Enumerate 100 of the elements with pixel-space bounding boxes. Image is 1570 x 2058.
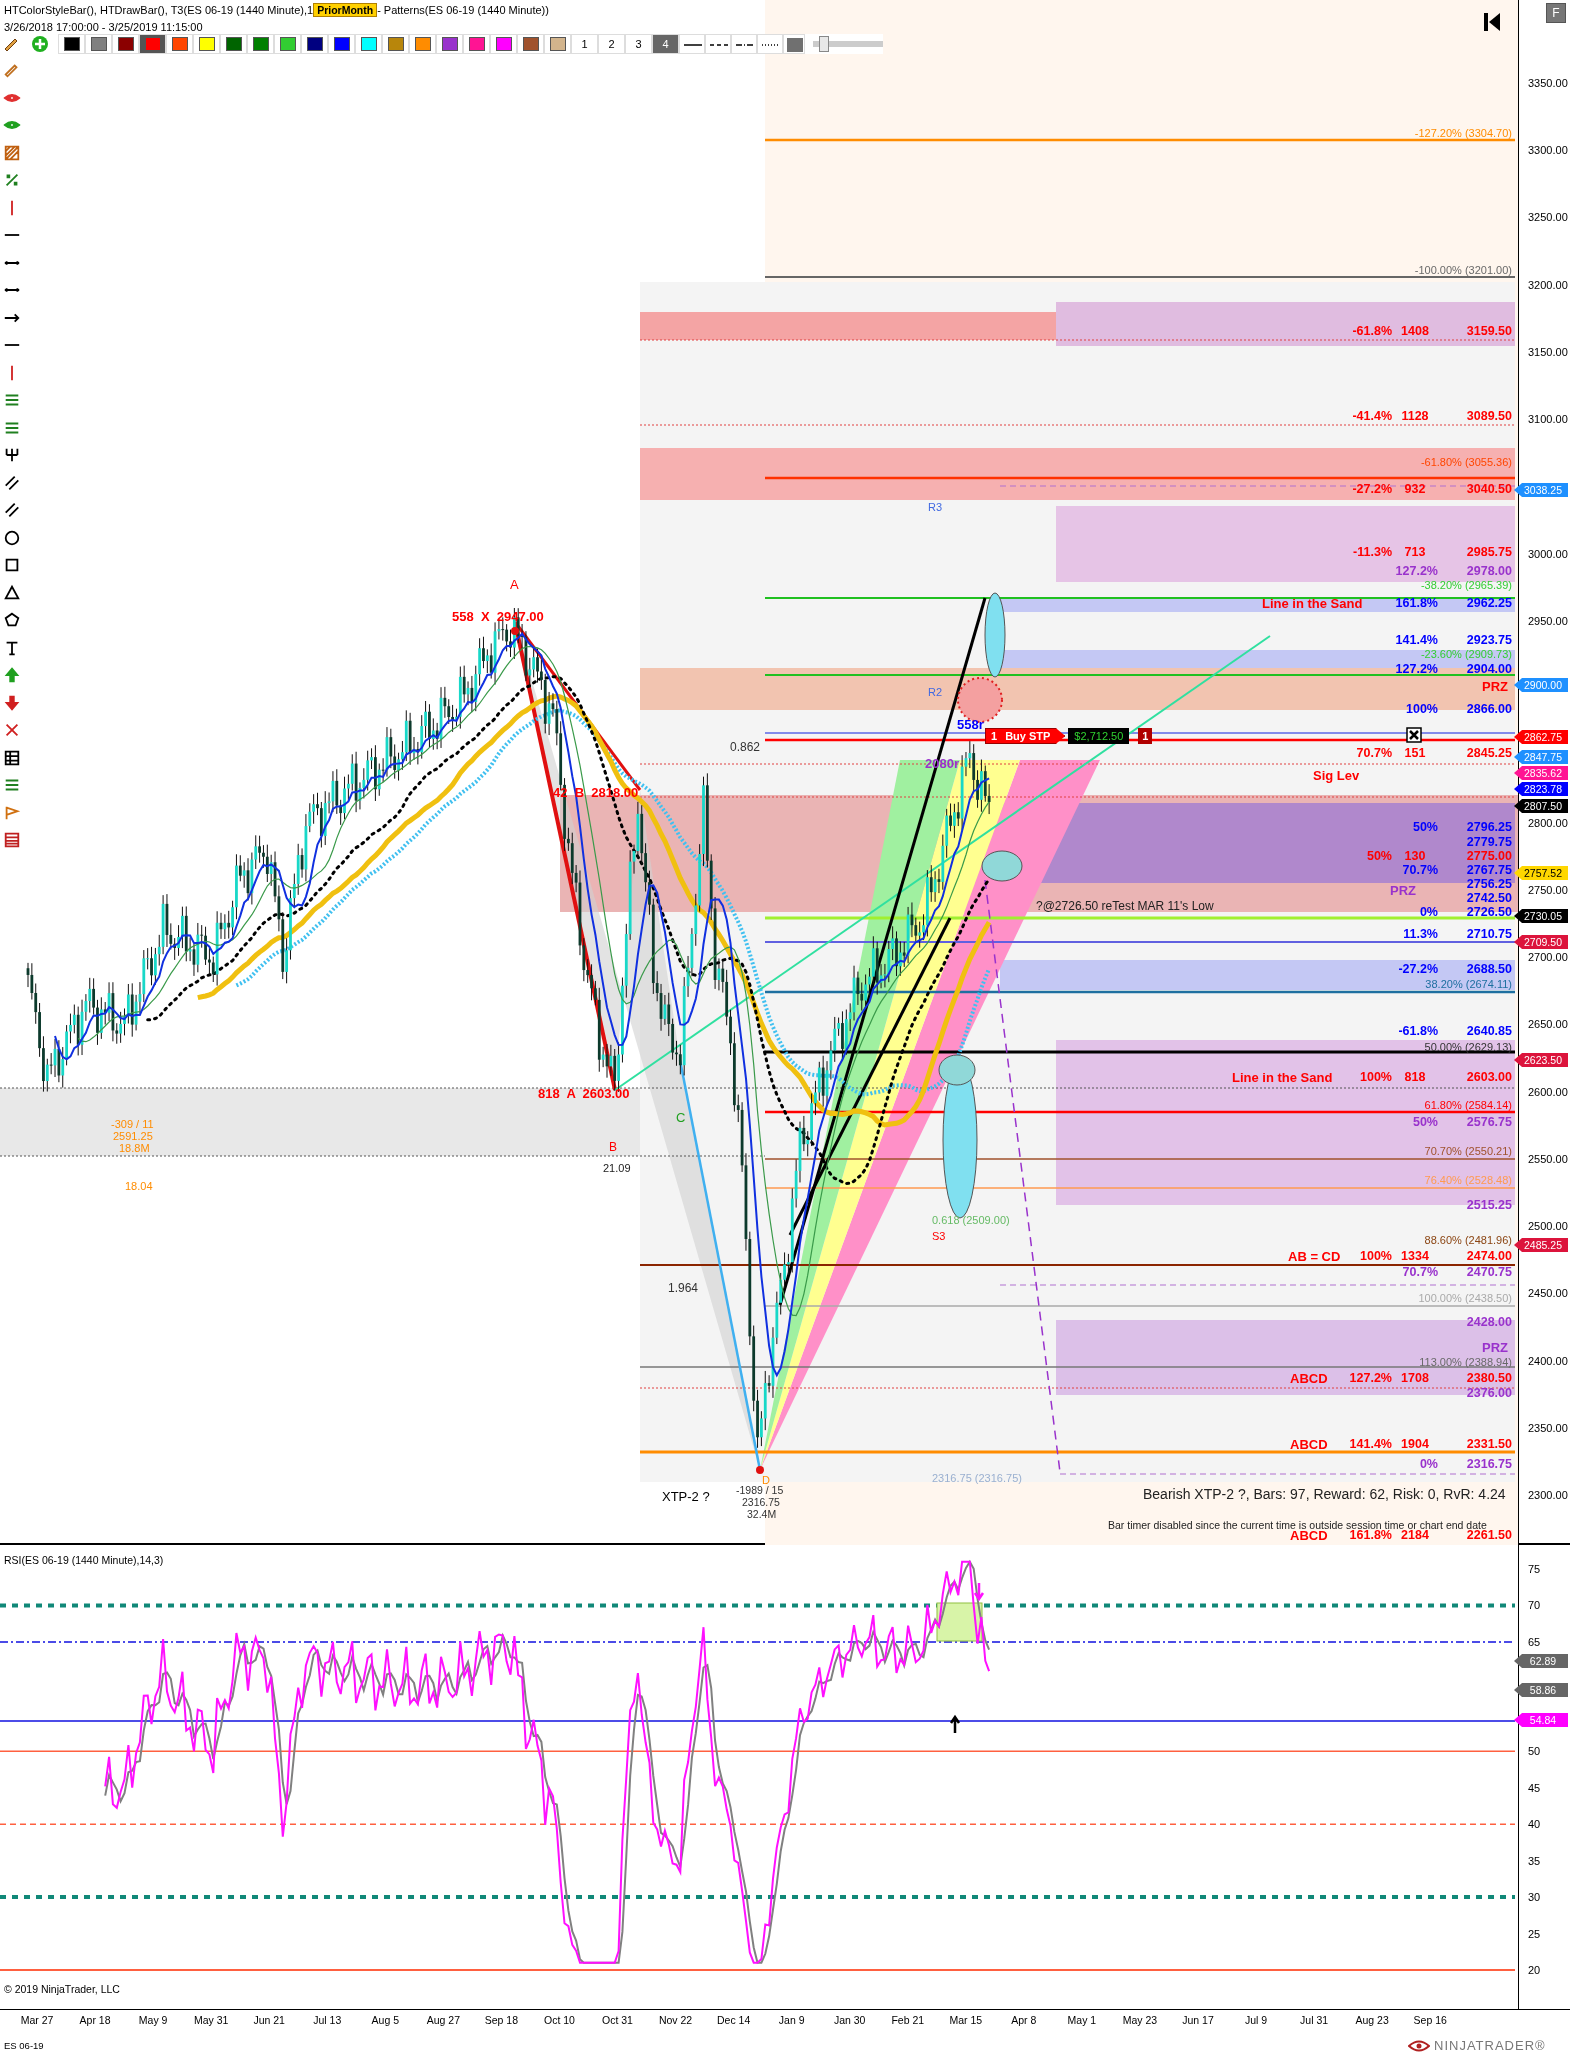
opacity-slider[interactable]	[813, 36, 883, 52]
level-price: 2962.25	[1465, 596, 1512, 611]
fib-level-label: -38.20% (2965.39)	[1420, 579, 1512, 592]
chart-annotation: 558r	[957, 718, 984, 733]
level-percent: 70.7%	[1356, 746, 1392, 761]
color-swatch[interactable]	[85, 34, 112, 54]
color-swatch[interactable]	[220, 34, 247, 54]
line-style-icon[interactable]	[679, 34, 705, 54]
color-swatch[interactable]	[301, 34, 328, 54]
skip-to-start-icon[interactable]	[1483, 12, 1501, 32]
copyright-text: © 2019 NinjaTrader, LLC	[4, 1983, 120, 1995]
color-swatch[interactable]	[517, 34, 544, 54]
fib-level-label: 76.40% (2528.48)	[1424, 1174, 1512, 1187]
line-style-icon[interactable]	[705, 34, 731, 54]
square-icon[interactable]	[3, 556, 21, 574]
fib-level-label: -23.60% (2909.73)	[1420, 648, 1512, 661]
color-swatch[interactable]	[328, 34, 355, 54]
price-tick-label: 2700.00	[1528, 950, 1568, 965]
price-tick-label: 3100.00	[1528, 412, 1568, 427]
chart-annotation: B	[609, 1141, 617, 1155]
color-swatch[interactable]	[490, 34, 517, 54]
level-price: 2779.75	[1465, 835, 1512, 850]
color-swatch[interactable]	[355, 34, 382, 54]
bar-count: 1708	[1400, 1371, 1430, 1386]
color-swatch[interactable]	[166, 34, 193, 54]
line-width-button[interactable]: 1	[571, 34, 598, 54]
line-width-button[interactable]: 3	[625, 34, 652, 54]
date-tick-label: Aug 27	[425, 2014, 461, 2026]
color-swatch[interactable]	[247, 34, 274, 54]
level-percent: 50%	[1366, 849, 1392, 864]
date-tick-label: Oct 10	[542, 2014, 576, 2026]
chart-annotation: AB = CD	[1288, 1250, 1341, 1265]
pencil-icon[interactable]	[3, 61, 21, 79]
color-swatch[interactable]	[139, 34, 166, 54]
slider-thumb[interactable]	[819, 36, 829, 52]
chart-annotation: 818 A 2603.00	[538, 1087, 630, 1102]
date-tick-label: Aug 23	[1354, 2014, 1390, 2026]
color-swatch[interactable]	[382, 34, 409, 54]
chart-annotation: ABCD	[1290, 1529, 1328, 1544]
chart-annotation: ABCD	[1290, 1372, 1328, 1387]
line-style-icon[interactable]	[757, 34, 783, 54]
line-width-button[interactable]: 4	[652, 34, 679, 54]
table-icon[interactable]	[3, 831, 21, 849]
color-swatch[interactable]	[436, 34, 463, 54]
fill-square-icon[interactable]	[783, 34, 805, 54]
date-tick-label: May 31	[192, 2014, 230, 2026]
x-mark-icon[interactable]	[3, 721, 21, 739]
cancel-order-icon[interactable]	[1406, 727, 1422, 743]
logo-icon	[1408, 2038, 1430, 2053]
indicator-list: HTColorStyleBar(), HTDrawBar(), T3(ES 06-19 (1440 Minute),1	[4, 4, 314, 16]
line-style-icon[interactable]	[731, 34, 757, 54]
level-price: 2775.00	[1465, 849, 1512, 864]
chart-label-button[interactable]: F	[1546, 3, 1566, 23]
buy-stop-order-button[interactable]: 1 Buy STP	[985, 728, 1066, 744]
line-width-button[interactable]: 2	[598, 34, 625, 54]
bar-count: 1128	[1400, 409, 1430, 424]
color-swatch[interactable]	[58, 34, 85, 54]
color-swatch[interactable]	[409, 34, 436, 54]
price-marker: 2807.50	[1514, 799, 1568, 813]
chart-annotation: D	[762, 1474, 770, 1486]
level-price: 2726.50	[1465, 905, 1512, 920]
color-swatch[interactable]	[274, 34, 301, 54]
color-swatch[interactable]	[463, 34, 490, 54]
level-price: 2756.25	[1465, 877, 1512, 892]
bar-count: 1334	[1400, 1249, 1430, 1264]
fork-icon[interactable]	[3, 446, 21, 464]
level-percent: 127.2%	[1395, 564, 1438, 579]
level-percent: -61.8%	[1352, 324, 1392, 339]
level-price: 2923.75	[1465, 633, 1512, 648]
level-percent: 70.7%	[1402, 863, 1438, 878]
chart-annotation: 32.4M	[747, 1509, 777, 1521]
date-tick-label: Jul 31	[1299, 2014, 1330, 2026]
date-tick-label: May 1	[1066, 2014, 1098, 2026]
grid-icon[interactable]	[3, 748, 21, 767]
fib-level-label: -100.00% (3201.00)	[1414, 264, 1512, 277]
chart-annotation: 1.964	[668, 1282, 699, 1296]
color-swatch[interactable]	[112, 34, 139, 54]
chart-annotation: 18.8M	[119, 1142, 150, 1155]
triangle-icon[interactable]	[3, 583, 21, 602]
polygon-icon[interactable]	[3, 611, 21, 629]
chart-annotation: S3	[932, 1230, 946, 1243]
down-arrow-icon[interactable]	[3, 693, 21, 712]
color-swatch[interactable]	[193, 34, 220, 54]
level-price: 2710.75	[1465, 927, 1512, 942]
level-price: 2904.00	[1465, 662, 1512, 677]
chart-annotation: A	[510, 578, 519, 593]
price-tick-label: 2300.00	[1528, 1488, 1568, 1503]
chart-annotation: XTP-2 ?	[662, 1490, 710, 1505]
price-marker: 2847.75	[1514, 750, 1568, 764]
color-swatch[interactable]	[544, 34, 571, 54]
price-tick-label: 3250.00	[1528, 210, 1568, 225]
up-arrow-icon[interactable]	[3, 666, 21, 684]
channel-icon[interactable]	[3, 501, 21, 519]
pivot-dot	[756, 1466, 764, 1474]
add-icon[interactable]	[30, 34, 50, 54]
date-tick-label: May 23	[1121, 2014, 1159, 2026]
percent-icon[interactable]	[3, 171, 21, 189]
price-tick-label: 2800.00	[1528, 815, 1568, 830]
chart-annotation: R3	[928, 501, 943, 514]
chart-annotation: Bar timer disabled since the current time is outside session time or chart end date	[1108, 1520, 1487, 1531]
